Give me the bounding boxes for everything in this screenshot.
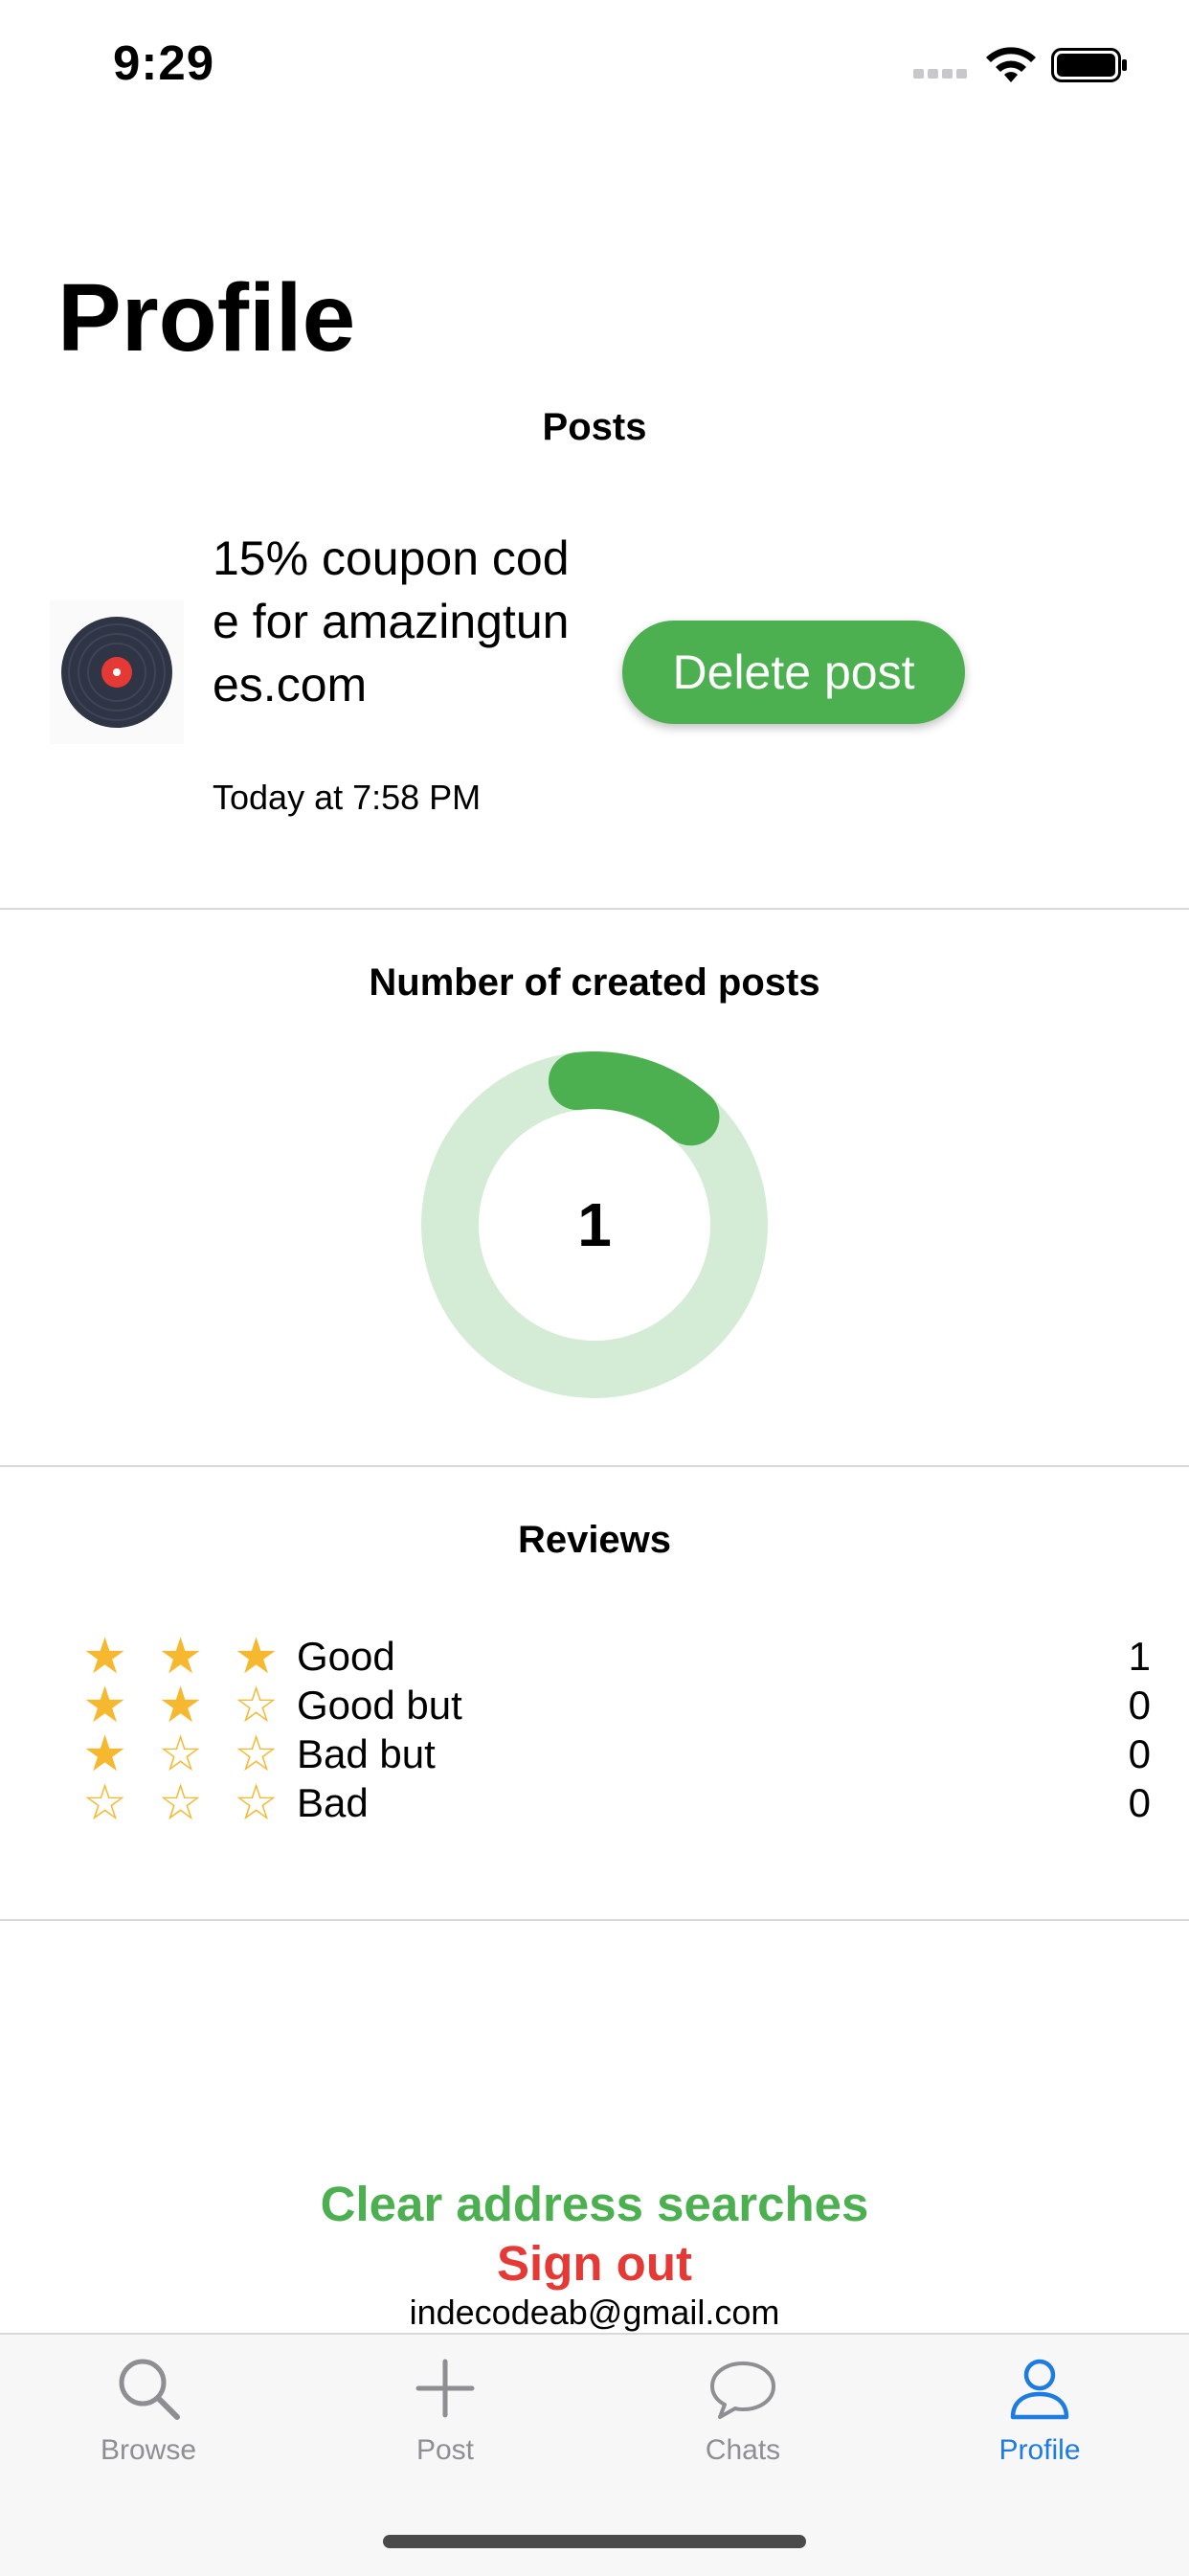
posts-section-title: Posts bbox=[542, 406, 647, 448]
star-rating: ☆ ☆ ☆ bbox=[67, 1774, 294, 1832]
cellular-signal-icon bbox=[913, 69, 969, 79]
divider bbox=[0, 1465, 1189, 1467]
review-count: 0 bbox=[1128, 1731, 1151, 1776]
post-title[interactable]: 15% coupon code for amazingtunes.com bbox=[213, 527, 595, 716]
tab-chats[interactable]: Chats bbox=[647, 2354, 839, 2488]
review-label: Good bbox=[297, 1634, 395, 1679]
search-icon bbox=[119, 2359, 180, 2420]
tab-browse[interactable]: Browse bbox=[53, 2354, 244, 2488]
star-outline-icon: ☆ bbox=[158, 1775, 203, 1831]
post-timestamp: Today at 7:58 PM bbox=[213, 778, 482, 817]
chat-bubble-icon bbox=[710, 2361, 775, 2419]
tab-profile[interactable]: Profile bbox=[944, 2354, 1135, 2488]
battery-icon bbox=[1051, 48, 1127, 82]
review-label: Bad bbox=[297, 1780, 369, 1825]
vinyl-record-icon bbox=[61, 617, 172, 728]
divider bbox=[0, 1919, 1189, 1921]
clear-address-searches-button[interactable]: Clear address searches bbox=[0, 2176, 1189, 2232]
post-thumbnail bbox=[50, 600, 184, 744]
review-label: Good but bbox=[297, 1683, 462, 1728]
tab-label: Post bbox=[415, 2434, 475, 2466]
wifi-icon bbox=[986, 47, 1036, 82]
tab-label: Chats bbox=[705, 2434, 781, 2466]
sign-out-button[interactable]: Sign out bbox=[0, 2235, 1189, 2292]
delete-post-button[interactable]: Delete post bbox=[622, 621, 965, 724]
created-posts-count: 1 bbox=[577, 1190, 612, 1259]
star-outline-icon: ☆ bbox=[234, 1775, 279, 1831]
review-count: 0 bbox=[1128, 1780, 1151, 1825]
review-count: 1 bbox=[1128, 1634, 1151, 1679]
page-title: Profile bbox=[57, 264, 356, 372]
tab-label: Browse bbox=[100, 2434, 197, 2466]
review-label: Bad but bbox=[297, 1731, 436, 1776]
person-icon bbox=[1010, 2359, 1069, 2420]
home-indicator[interactable] bbox=[383, 2535, 806, 2548]
status-time: 9:29 bbox=[113, 35, 215, 90]
plus-icon bbox=[415, 2359, 475, 2418]
star-outline-icon: ☆ bbox=[82, 1775, 127, 1831]
tab-post[interactable]: Post bbox=[349, 2354, 541, 2488]
reviews-section-title: Reviews bbox=[517, 1519, 672, 1561]
tab-label: Profile bbox=[998, 2434, 1081, 2466]
account-email: indecodeab@gmail.com bbox=[409, 2293, 780, 2332]
created-posts-section-title: Number of created posts bbox=[369, 961, 820, 1004]
review-row-bad: ☆ ☆ ☆ Bad 0 bbox=[67, 1775, 1151, 1831]
review-count: 0 bbox=[1128, 1683, 1151, 1728]
divider bbox=[0, 908, 1189, 910]
